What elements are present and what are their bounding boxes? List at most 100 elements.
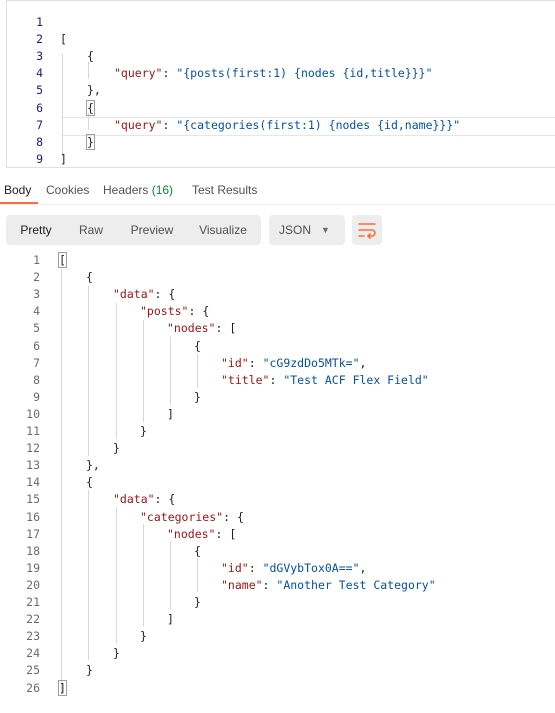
code-line: 24} bbox=[0, 645, 555, 662]
code-text: "id": "cG9zdDo5MTk=", bbox=[221, 355, 366, 372]
code-line: 6{ bbox=[7, 99, 555, 117]
code-line: 25} bbox=[0, 662, 555, 679]
code-text: } bbox=[140, 423, 147, 440]
code-line: 13}, bbox=[0, 457, 555, 474]
raw-button[interactable]: Raw bbox=[66, 215, 116, 245]
line-number: 19 bbox=[26, 560, 40, 575]
json-punctuation: : { bbox=[154, 287, 176, 302]
code-line: 3{ bbox=[7, 48, 555, 65]
json-punctuation: } bbox=[113, 441, 120, 456]
line-number: 26 bbox=[26, 680, 40, 695]
wrap-lines-button[interactable] bbox=[352, 215, 382, 245]
json-punctuation: : bbox=[269, 372, 284, 387]
code-line: 7 "id": "cG9zdDo5MTk=", bbox=[0, 355, 555, 372]
json-string: "{categories(first:1) {nodes {id,name}}}… bbox=[176, 117, 461, 132]
line-number: 15 bbox=[26, 492, 40, 507]
json-string: "Another Test Category" bbox=[276, 577, 436, 592]
code-text: }, bbox=[86, 457, 100, 474]
json-punctuation: : bbox=[162, 117, 177, 132]
code-text: ] bbox=[58, 679, 67, 697]
code-line: 9] bbox=[7, 151, 555, 168]
code-text: "query": "{posts(first:1) {nodes {id,tit… bbox=[114, 65, 433, 82]
code-text: "data": { bbox=[113, 491, 175, 508]
json-string: "cG9zdDo5MTk=" bbox=[262, 355, 360, 370]
json-punctuation: : { bbox=[188, 304, 210, 319]
json-punctuation: } bbox=[140, 629, 147, 644]
tab-cookies[interactable]: Cookies bbox=[46, 183, 89, 205]
code-line: 7 "query": "{categories(first:1) {nodes {… bbox=[7, 117, 555, 134]
line-number: 24 bbox=[26, 646, 40, 661]
code-line: 26] bbox=[0, 679, 555, 697]
response-tabs: Body Cookies Headers (16) Test Results bbox=[0, 183, 555, 205]
json-punctuation: }, bbox=[86, 458, 100, 473]
code-line: 12} bbox=[0, 440, 555, 457]
pretty-button[interactable]: Pretty bbox=[6, 215, 66, 245]
json-punctuation: { bbox=[194, 338, 201, 353]
code-text: } bbox=[194, 389, 201, 406]
line-number: 5 bbox=[36, 83, 43, 98]
code-text: { bbox=[86, 99, 95, 117]
code-text: { bbox=[194, 338, 201, 355]
json-punctuation: : bbox=[162, 66, 177, 81]
line-number: 3 bbox=[36, 49, 43, 64]
headers-count: (16) bbox=[151, 183, 174, 197]
code-line: 1[ bbox=[0, 252, 555, 269]
request-body-editor[interactable]: 1 2[3{4 "query": "{posts(first:1) {nodes {… bbox=[6, 0, 555, 168]
code-line: 15 "data": { bbox=[0, 491, 555, 508]
line-number: 25 bbox=[26, 663, 40, 678]
code-text: "nodes": [ bbox=[167, 320, 236, 337]
response-body-viewer[interactable]: 1[2{3 "data": {4 "posts": {5 "nodes": [6{7 "… bbox=[0, 252, 555, 713]
code-text: { bbox=[86, 269, 93, 286]
tab-headers[interactable]: Headers (16) bbox=[103, 183, 173, 205]
code-text: } bbox=[140, 628, 147, 645]
json-key: "query" bbox=[114, 117, 163, 132]
code-line: 2[ bbox=[7, 31, 555, 48]
code-line: 20 "name": "Another Test Category" bbox=[0, 577, 555, 594]
json-punctuation: } bbox=[86, 663, 93, 678]
json-string: "Test ACF Flex Field" bbox=[283, 372, 429, 387]
format-select[interactable]: JSON ▼ bbox=[269, 215, 345, 245]
code-text: "query": "{categories(first:1) {nodes {i… bbox=[114, 117, 460, 134]
code-line: 18 { bbox=[0, 543, 555, 560]
json-punctuation: , bbox=[359, 355, 367, 370]
visualize-button[interactable]: Visualize bbox=[190, 215, 256, 245]
line-number: 6 bbox=[36, 100, 43, 115]
code-line: 4 "query": "{posts(first:1) {nodes {id,ti… bbox=[7, 65, 555, 82]
code-text: "title": "Test ACF Flex Field" bbox=[221, 372, 429, 389]
code-text: } bbox=[113, 645, 120, 662]
line-number: 6 bbox=[33, 338, 40, 353]
json-punctuation: [ bbox=[58, 252, 67, 268]
tab-test-results[interactable]: Test Results bbox=[192, 183, 257, 205]
code-line: 3 "data": { bbox=[0, 286, 555, 303]
line-number: 20 bbox=[26, 577, 40, 592]
code-line: 4 "posts": { bbox=[0, 303, 555, 320]
code-text: } bbox=[86, 662, 93, 679]
json-key: "data" bbox=[113, 492, 155, 507]
line-number: 7 bbox=[33, 355, 40, 370]
tab-headers-label: Headers bbox=[103, 183, 149, 197]
code-line: 21} bbox=[0, 594, 555, 611]
json-string: "dGVybTox0A==" bbox=[262, 560, 360, 575]
code-line: 1 bbox=[7, 14, 555, 31]
code-line: 19 "id": "dGVybTox0A==", bbox=[0, 560, 555, 577]
json-punctuation: ] bbox=[58, 679, 67, 696]
preview-button[interactable]: Preview bbox=[120, 215, 184, 245]
code-text: "name": "Another Test Category" bbox=[221, 577, 436, 594]
code-line: 14 { bbox=[0, 474, 555, 491]
line-number: 22 bbox=[26, 612, 40, 627]
code-text: }, bbox=[87, 82, 101, 99]
code-text: [ bbox=[58, 252, 67, 269]
line-number: 23 bbox=[26, 629, 40, 644]
code-text: ] bbox=[167, 406, 174, 423]
json-punctuation: } bbox=[194, 389, 201, 404]
format-select-value: JSON bbox=[279, 223, 312, 237]
code-line: 2{ bbox=[0, 269, 555, 286]
json-punctuation: : bbox=[248, 355, 263, 370]
json-punctuation: } bbox=[113, 646, 120, 661]
code-text: } bbox=[194, 594, 201, 611]
line-number: 5 bbox=[33, 321, 40, 336]
chevron-down-icon: ▼ bbox=[321, 225, 330, 235]
line-number: 2 bbox=[36, 32, 43, 47]
code-text: "posts": { bbox=[140, 303, 209, 320]
json-key: "nodes" bbox=[167, 526, 216, 541]
